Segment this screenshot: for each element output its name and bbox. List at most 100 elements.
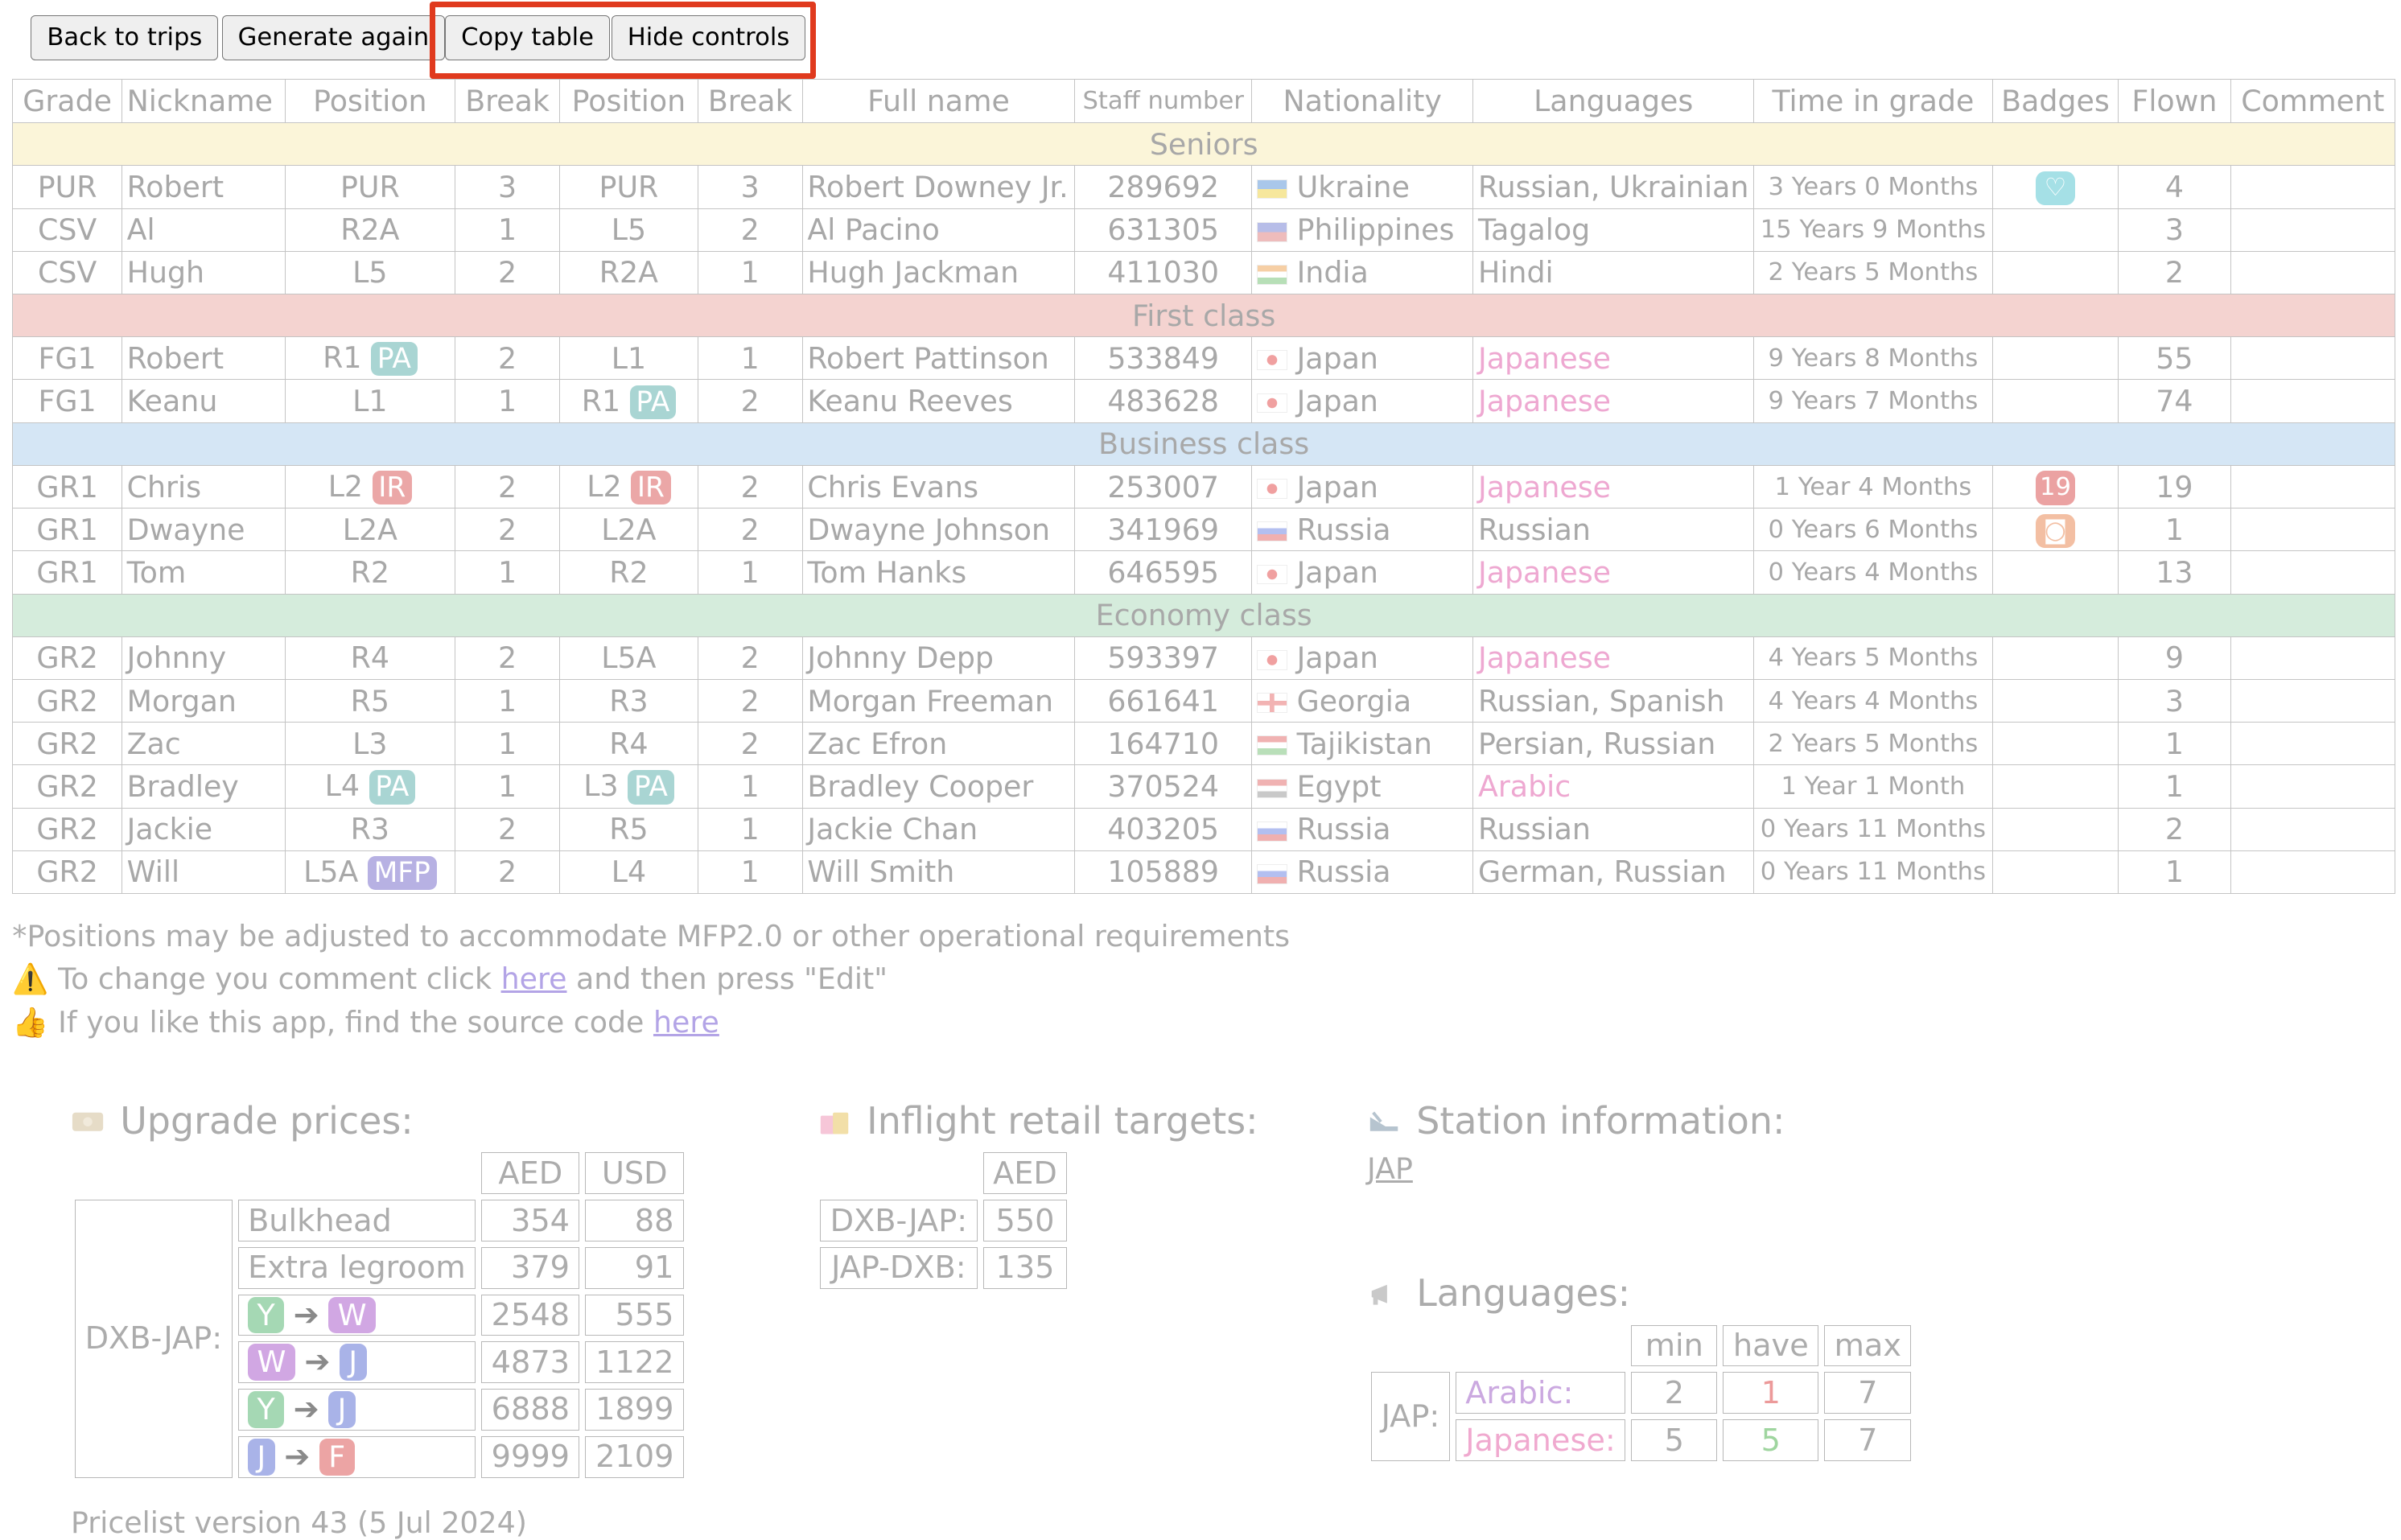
time-in-grade-cell: 1 Year 4 Months (1753, 464, 1993, 509)
language-min: 2 (1631, 1372, 1718, 1414)
nickname-cell: Robert (121, 165, 286, 209)
languages-cell: Japanese (1472, 379, 1755, 423)
nickname-cell: Will (121, 850, 286, 895)
comment-note: ⚠️ To change you comment click here and … (12, 957, 1290, 1001)
comment-cell[interactable] (2230, 250, 2396, 295)
nationality-text: Japan (1296, 469, 1378, 504)
position-code: L5 (611, 212, 647, 248)
staff-number-cell: 341969 (1074, 508, 1253, 552)
station-link[interactable]: JAP (1367, 1151, 1413, 1186)
comment-cell[interactable] (2230, 850, 2396, 895)
break-1-cell: 1 (455, 764, 561, 809)
badges-cell: 19 (1991, 464, 2119, 509)
nationality-text: Russia (1296, 812, 1391, 847)
comment-cell[interactable] (2230, 550, 2396, 595)
time-in-grade-cell: 0 Years 6 Months (1753, 508, 1993, 552)
languages-row: JAP: Arabic: 2 1 7 (1371, 1372, 1912, 1461)
position-2-cell: R1 PA (559, 379, 698, 423)
grade-cell: FG1 (12, 336, 122, 381)
nickname-cell: Keanu (121, 379, 286, 423)
section-label: Economy class (12, 593, 2396, 637)
full-name-cell: Zac Efron (801, 722, 1076, 766)
position-2-cell: L2 IR (559, 464, 698, 509)
retail-col-aed: AED (982, 1152, 1068, 1195)
full-name-cell: Bradley Cooper (801, 764, 1076, 809)
upgrade-label: Bulkhead (237, 1200, 476, 1241)
grade-cell: GR1 (12, 550, 122, 595)
arrow-right-icon: ➔ (284, 1438, 311, 1475)
comment-cell[interactable] (2230, 165, 2396, 209)
comment-cell[interactable] (2230, 379, 2396, 423)
generate-again-button[interactable]: Generate again (221, 15, 446, 60)
nationality-text: Egypt (1296, 769, 1382, 805)
nationality-text: Japan (1296, 640, 1378, 676)
source-here-link[interactable]: here (653, 1005, 719, 1040)
nickname-cell: Morgan (121, 678, 286, 723)
comment-here-link[interactable]: here (501, 961, 567, 996)
upgrade-aed: 354 (481, 1200, 580, 1241)
upgrade-row: DXB-JAP: Bulkhead 354 88 (75, 1200, 684, 1478)
language-have: 5 (1723, 1419, 1819, 1461)
position-1-cell: L5 (284, 250, 456, 295)
flown-cell: 3 (2118, 208, 2231, 252)
crew-row: CSV Hugh L5 2 R2A 1 Hugh Jackman 411030 India Hin… (12, 250, 2396, 295)
break-1-cell: 3 (455, 165, 561, 209)
from-class-chip: Y (248, 1296, 285, 1334)
full-name-cell: Hugh Jackman (801, 250, 1076, 295)
comment-cell[interactable] (2230, 508, 2396, 552)
upgrade-usd: 1899 (585, 1389, 684, 1431)
nationality-cell: Japan (1251, 336, 1474, 381)
nationality-text: Russia (1296, 512, 1391, 547)
header-time-in-grade: Time in grade (1753, 78, 1993, 124)
position-2-cell: PUR (559, 165, 698, 209)
upgrade-col-usd: USD (585, 1152, 684, 1195)
crew-row: FG1 Robert R1 PA 2 L1 1 Robert Pattinson 533849… (12, 336, 2396, 381)
time-in-grade-cell: 0 Years 11 Months (1753, 807, 1993, 851)
comment-cell[interactable] (2230, 722, 2396, 766)
full-name-cell: Tom Hanks (801, 550, 1076, 595)
comment-cell[interactable] (2230, 678, 2396, 723)
back-to-trips-button[interactable]: Back to trips (31, 15, 219, 60)
nickname-cell: Chris (121, 464, 286, 509)
position-code: R5 (350, 683, 390, 719)
full-name-cell: Morgan Freeman (801, 678, 1076, 723)
time-in-grade-cell: 2 Years 5 Months (1753, 250, 1993, 295)
upgrade-aed: 9999 (481, 1435, 580, 1478)
position-code: L2A (601, 512, 657, 547)
break-2-cell: 3 (697, 165, 803, 209)
staff-number-cell: 646595 (1074, 550, 1253, 595)
nationality-text: Russia (1296, 854, 1391, 890)
badges-cell (1991, 722, 2119, 766)
languages-col-max: max (1824, 1324, 1912, 1367)
comment-cell[interactable] (2230, 764, 2396, 809)
language-name: Arabic: (1455, 1372, 1626, 1414)
comment-cell[interactable] (2230, 807, 2396, 851)
crew-row: GR1 Chris L2 IR 2 L2 IR 2 Chris Evans 253007 Jap… (12, 464, 2396, 509)
position-1-cell: R5 (284, 678, 456, 723)
comment-cell[interactable] (2230, 336, 2396, 381)
position-1-cell: L2A (284, 508, 456, 552)
upgrade-class-change: W ➔ J (237, 1341, 476, 1384)
comment-cell[interactable] (2230, 636, 2396, 680)
staff-number-cell: 533849 (1074, 336, 1253, 381)
break-2-cell: 1 (697, 550, 803, 595)
nationality-text: Japan (1296, 554, 1378, 590)
nickname-cell: Al (121, 208, 286, 252)
retail-aed: 135 (982, 1246, 1068, 1289)
comment-cell[interactable] (2230, 208, 2396, 252)
upgrade-aed: 2548 (481, 1294, 580, 1336)
time-in-grade-cell: 4 Years 4 Months (1753, 678, 1993, 723)
position-code: L2 (327, 468, 364, 504)
nickname-cell: Tom (121, 550, 286, 595)
russia-flag-icon (1256, 521, 1288, 542)
comment-cell[interactable] (2230, 464, 2396, 509)
table-header-row: Grade Nickname Position Break Position B… (12, 78, 2396, 124)
break-1-cell: 2 (455, 807, 561, 851)
japan-flag-icon (1256, 564, 1288, 585)
megaphone-icon (1371, 1284, 1387, 1305)
nationality-cell: Japan (1251, 636, 1474, 680)
ukraine-flag-icon (1256, 179, 1288, 200)
shopping-bags-icon (820, 1112, 849, 1134)
badges-cell (1991, 250, 2119, 295)
position-code: R1 (323, 340, 362, 376)
